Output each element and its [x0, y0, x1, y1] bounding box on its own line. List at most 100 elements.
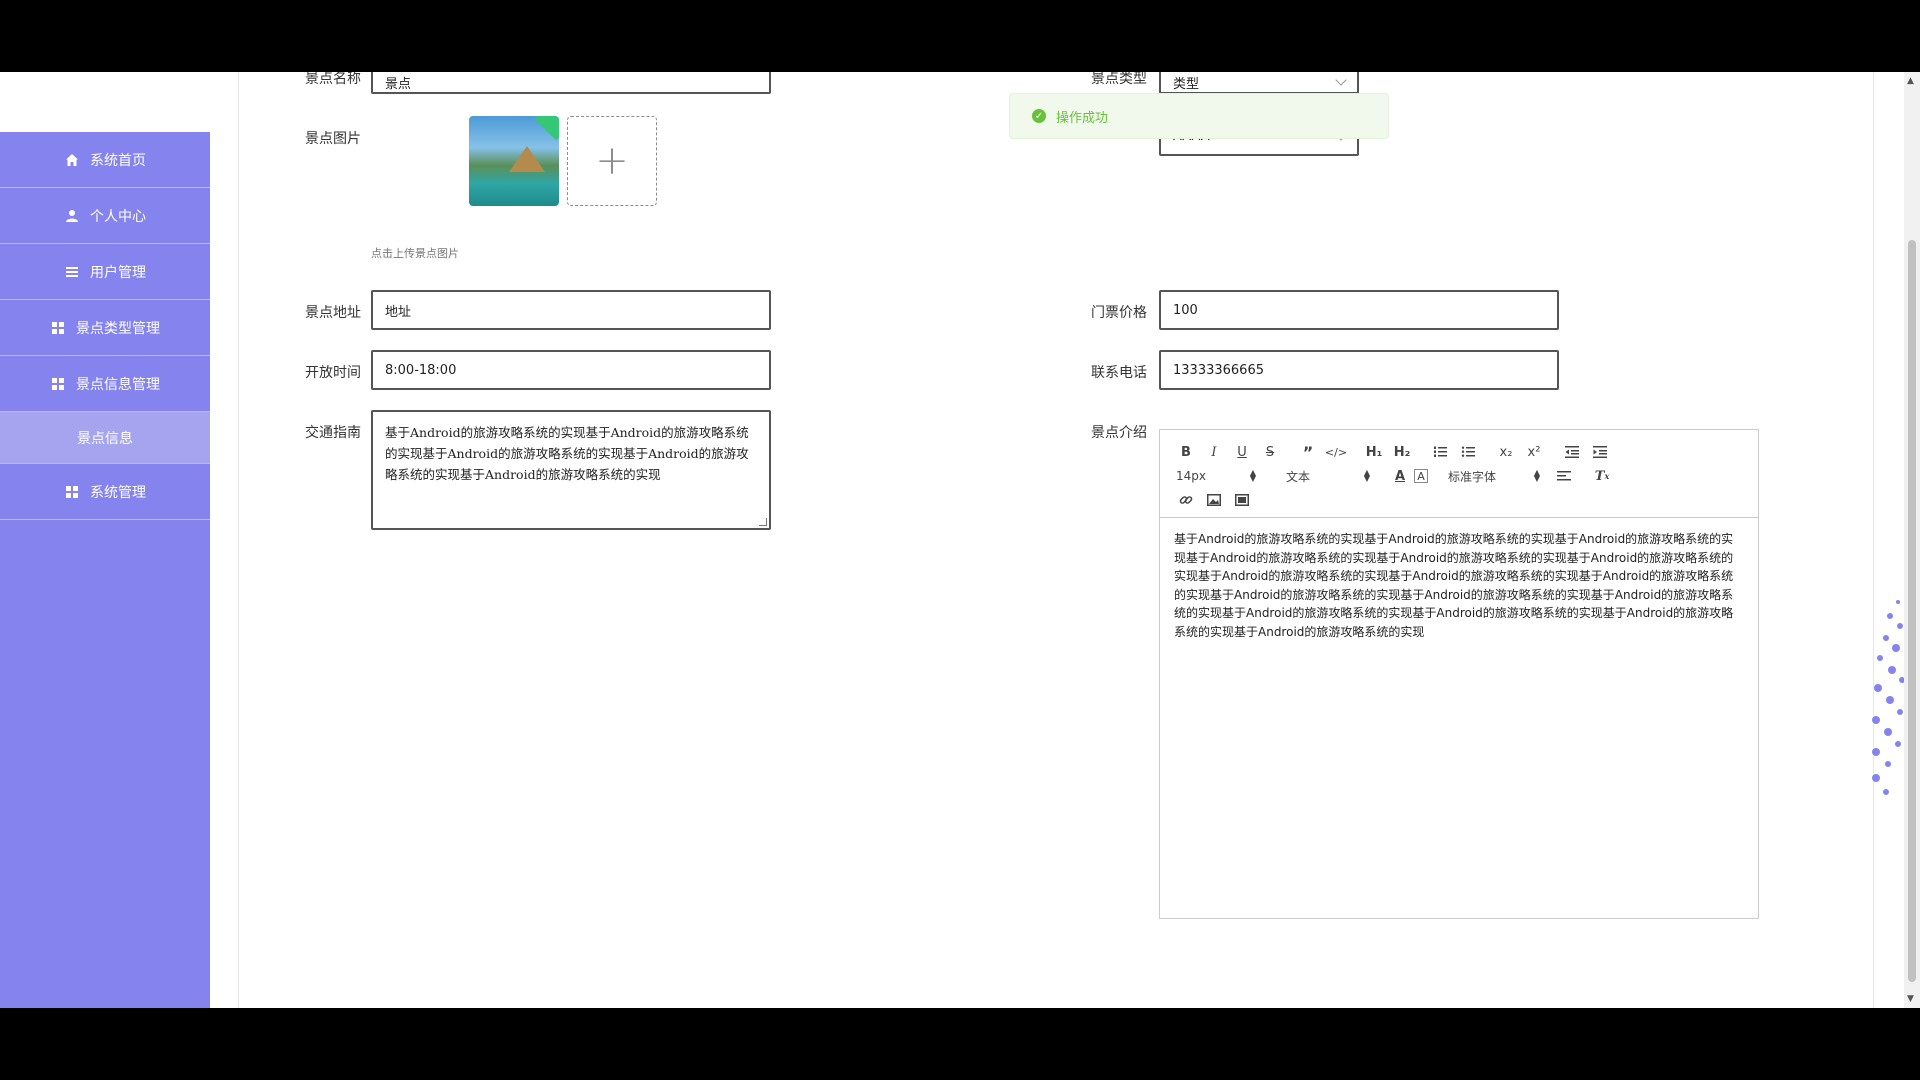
sidebar-item-spot-info-mgmt[interactable]: 景点信息管理: [0, 356, 210, 412]
traffic-value: 基于Android的旅游攻略系统的实现基于Android的旅游攻略系统的实现基于…: [385, 425, 749, 482]
phone-value: 13333366665: [1173, 362, 1264, 378]
uploaded-check-icon: [534, 116, 559, 141]
home-icon: [64, 152, 80, 168]
grid-icon: [50, 320, 66, 336]
top-black-bar: [0, 0, 1920, 72]
image-icon[interactable]: [1200, 489, 1228, 511]
grid-icon: [64, 484, 80, 500]
sidebar-subitem-spot-info[interactable]: 景点信息: [0, 412, 210, 464]
hours-input[interactable]: 8:00-18:00: [371, 350, 771, 390]
underline-icon[interactable]: U: [1228, 441, 1256, 463]
list-icon: [64, 264, 80, 280]
plus-icon: +: [595, 138, 629, 184]
price-input[interactable]: 100: [1159, 290, 1559, 330]
grid-icon: [50, 376, 66, 392]
sidebar-item-label: 景点信息管理: [76, 376, 160, 393]
header-value: 文本: [1286, 469, 1311, 484]
sidebar-item-spot-types[interactable]: 景点类型管理: [0, 300, 210, 356]
price-value: 100: [1173, 302, 1198, 318]
font-family-select[interactable]: 标准字体 ▲ ▼: [1448, 468, 1540, 485]
name-input[interactable]: 景点: [371, 72, 771, 94]
address-label: 景点地址: [305, 305, 361, 321]
sidebar-item-users[interactable]: 用户管理: [0, 244, 210, 300]
sidebar-item-label: 景点信息: [77, 430, 133, 447]
toolbar-row-1: B I U S ” </> H₁ H₂ x₂ x²: [1172, 440, 1746, 464]
image-label: 景点图片: [305, 131, 361, 147]
header-1-icon[interactable]: H₁: [1360, 441, 1388, 463]
clear-format-icon[interactable]: Tx: [1588, 465, 1616, 487]
ordered-list-icon[interactable]: [1426, 441, 1454, 463]
italic-icon[interactable]: I: [1200, 441, 1228, 463]
font-size-select[interactable]: 14px ▲ ▼: [1172, 468, 1256, 484]
spot-image-thumbnail[interactable]: [469, 116, 559, 206]
updown-icon: ▲ ▼: [1363, 468, 1370, 483]
scrollbar-thumb[interactable]: [1908, 240, 1916, 982]
sidebar-item-label: 系统管理: [90, 484, 146, 501]
sidebar: 系统首页 个人中心 用户管理 景点类型管理 景点信息管理 景点信息 系统管理: [0, 132, 210, 1008]
success-toast: ✓ 操作成功: [1009, 93, 1389, 139]
superscript-icon[interactable]: x²: [1520, 441, 1548, 463]
intro-label: 景点介绍: [1091, 425, 1147, 441]
scroll-down-icon[interactable]: ▼: [1907, 994, 1914, 1004]
video-icon[interactable]: [1228, 489, 1256, 511]
bottom-black-bar: [0, 1008, 1920, 1080]
font-color-icon[interactable]: A: [1386, 465, 1414, 487]
sidebar-item-label: 景点类型管理: [76, 320, 160, 337]
resize-handle-icon[interactable]: [759, 518, 767, 526]
sidebar-item-label: 个人中心: [90, 208, 146, 225]
traffic-textarea[interactable]: 基于Android的旅游攻略系统的实现基于Android的旅游攻略系统的实现基于…: [371, 410, 771, 530]
type-value: 类型: [1173, 76, 1200, 92]
user-icon: [64, 208, 80, 224]
intro-rich-editor: B I U S ” </> H₁ H₂ x₂ x² 14px ▲ ▼ 文本 ▲ …: [1159, 429, 1759, 919]
price-label: 门票价格: [1091, 305, 1147, 321]
updown-icon: ▲ ▼: [1249, 468, 1256, 483]
link-icon[interactable]: [1172, 489, 1200, 511]
font-family-value: 标准字体: [1448, 469, 1497, 484]
code-block-icon[interactable]: </>: [1322, 441, 1350, 463]
decorative-dots: [1872, 600, 1904, 795]
chevron-down-icon: [1335, 74, 1347, 86]
address-input[interactable]: 地址: [371, 290, 771, 330]
bold-icon[interactable]: B: [1172, 441, 1200, 463]
image-hut-shape: [509, 146, 545, 172]
sidebar-item-system[interactable]: 系统管理: [0, 464, 210, 520]
form-card: 景点名称 景点 景点类型 类型 景点图片 + 点击上传景点图片 AAAA 景点地…: [238, 72, 1874, 1008]
scroll-up-icon[interactable]: ▲: [1907, 76, 1914, 86]
hours-value: 8:00-18:00: [385, 362, 457, 378]
name-label: 景点名称: [305, 72, 361, 87]
editor-toolbar: B I U S ” </> H₁ H₂ x₂ x² 14px ▲ ▼ 文本 ▲ …: [1160, 430, 1758, 518]
align-icon[interactable]: [1550, 465, 1578, 487]
toast-message: 操作成功: [1056, 110, 1109, 126]
check-circle-icon: ✓: [1032, 109, 1046, 123]
name-value: 景点: [385, 76, 412, 92]
traffic-label: 交通指南: [305, 425, 361, 441]
type-label: 景点类型: [1091, 72, 1147, 87]
header-select[interactable]: 文本 ▲ ▼: [1286, 468, 1370, 485]
address-value: 地址: [385, 304, 412, 320]
sidebar-item-profile[interactable]: 个人中心: [0, 188, 210, 244]
phone-input[interactable]: 13333366665: [1159, 350, 1559, 390]
updown-icon: ▲ ▼: [1533, 468, 1540, 483]
sidebar-item-label: 用户管理: [90, 264, 146, 281]
indent-icon[interactable]: [1586, 441, 1614, 463]
type-select[interactable]: 类型: [1159, 72, 1359, 94]
header-2-icon[interactable]: H₂: [1388, 441, 1416, 463]
page-scrollbar[interactable]: ▲ ▼: [1904, 72, 1920, 1008]
toolbar-row-3: [1172, 488, 1746, 512]
blockquote-icon[interactable]: ”: [1294, 441, 1322, 463]
outdent-icon[interactable]: [1558, 441, 1586, 463]
background-color-icon[interactable]: A: [1414, 469, 1428, 483]
app-viewport: 系统首页 个人中心 用户管理 景点类型管理 景点信息管理 景点信息 系统管理 景…: [0, 72, 1920, 1008]
strikethrough-icon[interactable]: S: [1256, 441, 1284, 463]
image-upload-button[interactable]: +: [567, 116, 657, 206]
sidebar-item-label: 系统首页: [90, 152, 146, 169]
phone-label: 联系电话: [1091, 365, 1147, 381]
subscript-icon[interactable]: x₂: [1492, 441, 1520, 463]
bullet-list-icon[interactable]: [1454, 441, 1482, 463]
editor-content[interactable]: 基于Android的旅游攻略系统的实现基于Android的旅游攻略系统的实现基于…: [1160, 518, 1758, 653]
intro-value: 基于Android的旅游攻略系统的实现基于Android的旅游攻略系统的实现基于…: [1174, 532, 1734, 639]
font-size-value: 14px: [1176, 469, 1206, 483]
hours-label: 开放时间: [305, 365, 361, 381]
image-upload-hint: 点击上传景点图片: [371, 247, 459, 260]
sidebar-item-home[interactable]: 系统首页: [0, 132, 210, 188]
